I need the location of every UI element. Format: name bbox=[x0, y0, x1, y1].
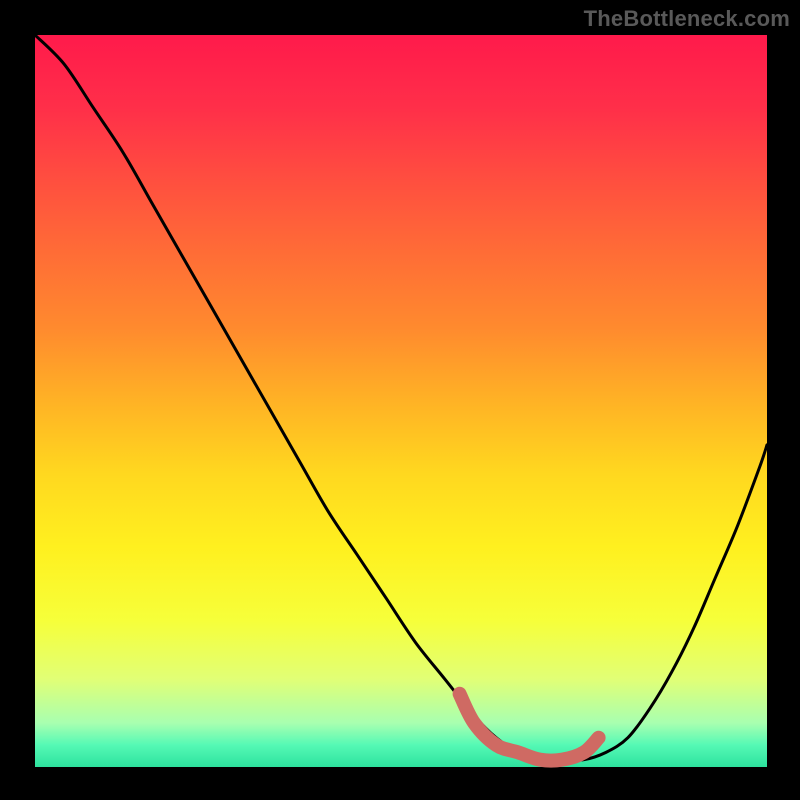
chart-svg bbox=[0, 0, 800, 800]
chart-stage: TheBottleneck.com bbox=[0, 0, 800, 800]
watermark-text: TheBottleneck.com bbox=[584, 6, 790, 32]
plot-background bbox=[35, 35, 767, 767]
